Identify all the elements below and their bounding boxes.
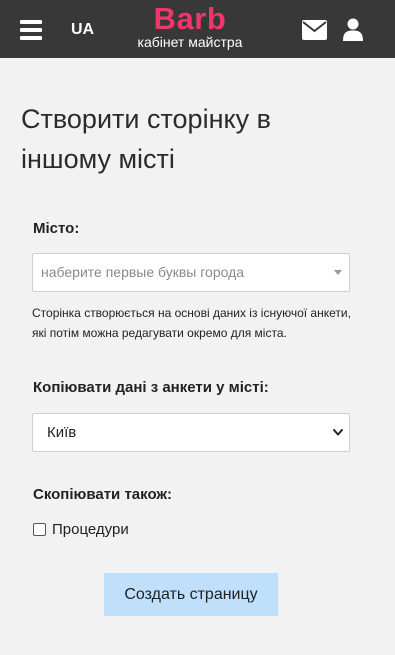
copy-also-label: Скопіювати також: [33,486,173,503]
copy-city-select[interactable]: Київ [32,413,350,452]
caret-down-icon [334,270,342,275]
city-search-input[interactable]: наберите первые буквы города [32,253,350,292]
procedures-checkbox[interactable] [33,523,46,536]
chevron-down-icon [333,429,343,436]
city-placeholder: наберите первые буквы города [41,264,245,280]
copy-city-selected-value: Київ [47,424,77,441]
procedures-label[interactable]: Процедури [52,521,129,538]
top-navigation-bar: UA Barb кабінет майстра [0,0,395,58]
logo-subtitle: кабінет майстра [137,34,243,50]
create-page-button[interactable]: Создать страницу [104,573,278,616]
copy-from-label: Копіювати дані з анкети у місті: [33,379,269,396]
user-icon[interactable] [343,18,363,41]
city-hint-text: Сторінка створюється на основі даних із … [32,306,351,340]
city-label: Місто: [33,220,80,237]
menu-icon[interactable] [20,20,42,40]
mail-icon[interactable] [302,20,327,40]
logo-title: Barb [153,1,227,36]
page-title: Створити сторінку в іншому місті [21,104,271,174]
logo[interactable]: Barb кабінет майстра [130,1,250,50]
language-switcher[interactable]: UA [71,21,94,39]
